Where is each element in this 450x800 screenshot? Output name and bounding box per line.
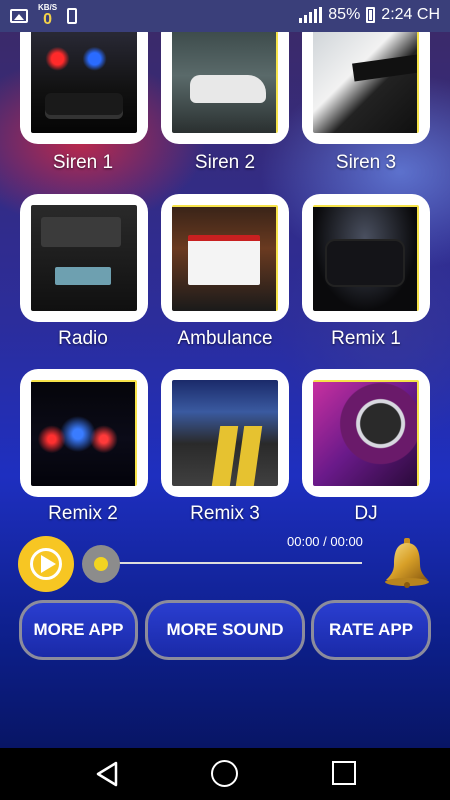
siren-1-image [31, 32, 137, 133]
remix-1-image [313, 205, 419, 311]
recents-icon[interactable] [332, 761, 356, 785]
remix-2-image [31, 380, 137, 486]
clock: 2:24 CH [381, 6, 440, 23]
sound-tile-radio[interactable] [20, 194, 148, 322]
play-ring [30, 548, 62, 580]
play-button[interactable] [18, 536, 74, 592]
sound-tile-remix-2[interactable] [20, 369, 148, 497]
status-bar-right: 85% 2:24 CH [299, 6, 440, 24]
more-app-button[interactable]: MORE APP [19, 600, 138, 660]
remix-3-image [172, 380, 278, 486]
siren-3-image [313, 32, 419, 133]
sound-label: Ambulance [177, 328, 273, 349]
seek-handle[interactable] [82, 545, 120, 583]
radio-image [31, 205, 137, 311]
sound-tile-siren-1[interactable] [20, 32, 148, 144]
sound-label: Remix 2 [48, 503, 118, 524]
status-bar-left: KB/S 0 [10, 4, 78, 28]
navigation-bar [0, 748, 450, 800]
sound-label: Siren 1 [52, 152, 114, 173]
image-icon [10, 9, 28, 23]
signal-icon [299, 7, 323, 23]
playback-time: 00:00 / 00:00 [287, 534, 363, 549]
ambulance-image [172, 205, 278, 311]
sound-tile-siren-3[interactable] [302, 32, 430, 144]
sound-label: Radio [58, 328, 108, 349]
sound-tile-remix-1[interactable] [302, 194, 430, 322]
app-content: Siren 1 Siren 2 Siren 3 Radio Ambulance … [0, 32, 450, 748]
sound-tile-remix-3[interactable] [161, 369, 289, 497]
dj-image [313, 380, 419, 486]
sound-label: Remix 1 [331, 328, 401, 349]
rate-app-button[interactable]: RATE APP [311, 600, 431, 660]
battery-percent: 85% [328, 6, 361, 23]
home-icon[interactable] [211, 760, 238, 787]
status-bar: KB/S 0 85% 2:24 CH [0, 0, 450, 32]
sound-label: Siren 2 [194, 152, 256, 173]
more-sound-button[interactable]: MORE SOUND [145, 600, 305, 660]
seek-bar[interactable] [100, 562, 362, 564]
sound-tile-dj[interactable] [302, 369, 430, 497]
back-icon[interactable] [94, 761, 120, 787]
sound-tile-ambulance[interactable] [161, 194, 289, 322]
speed-value: 0 [43, 11, 53, 28]
sound-label: Remix 3 [190, 503, 260, 524]
sound-tile-siren-2[interactable] [161, 32, 289, 144]
bell-icon[interactable] [382, 536, 432, 588]
siren-2-image [172, 32, 278, 133]
sound-label: Siren 3 [335, 152, 397, 173]
sound-label: DJ [354, 503, 378, 524]
network-speed: KB/S 0 [38, 4, 57, 28]
battery-icon [366, 7, 376, 23]
usb-icon [67, 8, 78, 24]
